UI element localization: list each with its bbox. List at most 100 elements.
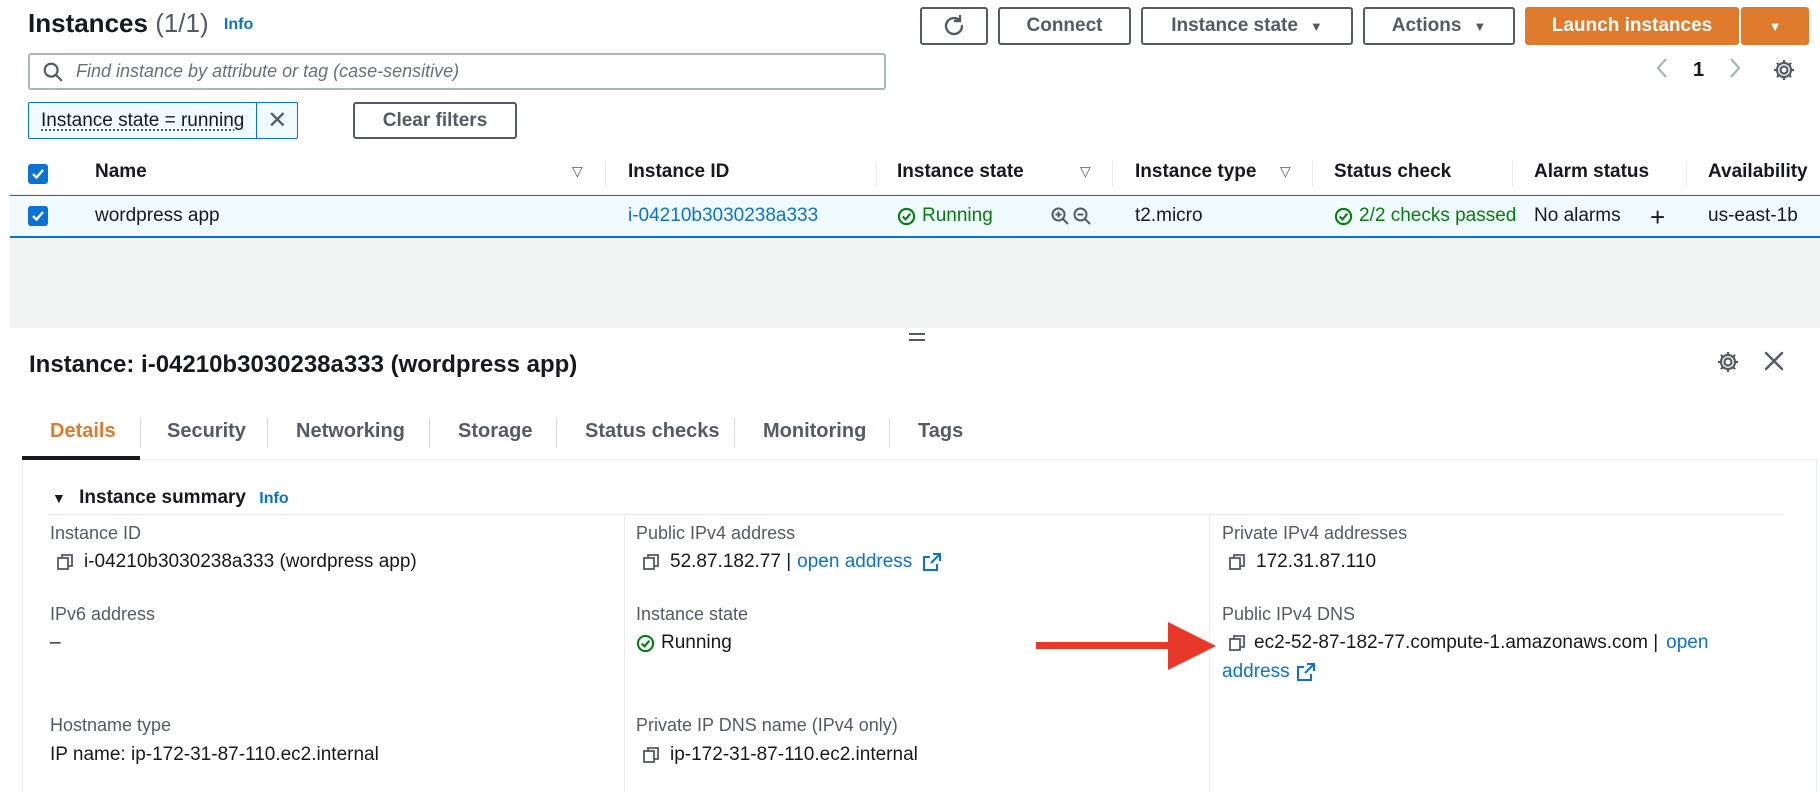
column-divider [624,514,625,792]
col-instance-state[interactable]: Instance state [897,161,1024,183]
column-divider [605,161,606,187]
sort-icon[interactable]: ▽ [1280,163,1291,180]
prev-page-icon[interactable] [1654,56,1670,86]
check-circle-icon [897,207,916,225]
launch-instances-label: Launch instances [1551,15,1713,36]
col-status-check[interactable]: Status check [1334,161,1451,183]
open-dns-link[interactable]: open [1666,632,1708,654]
table-empty-area [10,238,1820,328]
cell-alarm-status: No alarms [1534,205,1621,226]
instance-summary-header[interactable]: ▼ Instance summary Info [52,487,289,509]
copy-icon[interactable] [1228,634,1246,652]
check-circle-icon [636,634,655,652]
actions-dropdown[interactable]: Actions ▼ [1363,7,1515,45]
public-ipv4-label: Public IPv4 address [636,523,796,543]
table-header: Name ▽ Instance ID Instance state ▽ Inst… [10,153,1820,195]
private-dns-text: ip-172-31-87-110.ec2.internal [670,744,918,765]
tab-details[interactable]: Details [50,420,116,443]
col-name[interactable]: Name [95,161,147,183]
external-link-icon[interactable] [922,552,942,572]
copy-icon[interactable] [56,553,74,571]
column-divider [1686,161,1687,187]
caret-down-icon: ▼ [1473,18,1487,34]
cell-status-text: 2/2 checks passed [1359,205,1517,226]
filter-chip[interactable]: Instance state = running ✕ [28,102,299,139]
tab-monitoring[interactable]: Monitoring [763,420,866,443]
sort-icon[interactable]: ▽ [1080,163,1091,180]
tab-storage[interactable]: Storage [458,420,532,443]
caret-down-icon: ▼ [1768,18,1782,34]
filter-chip-label[interactable]: Instance state = running [29,103,258,138]
launch-options-button[interactable]: ▼ [1741,7,1809,45]
zoom-in-icon[interactable] [1050,206,1070,226]
close-icon[interactable] [1763,350,1785,377]
tab-tags[interactable]: Tags [918,420,963,443]
gear-icon[interactable] [1772,58,1796,87]
copy-icon[interactable] [1228,553,1246,571]
private-dns-label: Private IP DNS name (IPv4 only) [636,715,898,735]
info-link[interactable]: Info [224,16,253,33]
copy-icon[interactable] [642,553,660,571]
public-dns-link-wrap: address [1222,661,1316,683]
check-icon [32,169,44,180]
search-bar[interactable] [28,53,886,90]
instance-id-value: i-04210b3030238a333 (wordpress app) [56,551,417,573]
open-address-link[interactable]: open address [797,551,912,573]
tab-security[interactable]: Security [167,420,246,443]
connect-label: Connect [1026,15,1103,36]
cell-name: wordpress app [95,205,220,226]
private-dns-value: ip-172-31-87-110.ec2.internal [642,744,918,766]
copy-icon[interactable] [642,746,660,764]
instance-state-dropdown[interactable]: Instance state ▼ [1141,7,1353,45]
caret-down-icon: ▼ [52,490,66,506]
resize-handle-icon[interactable] [908,330,926,348]
instance-state-label: Instance state [636,604,749,624]
tab-status-checks[interactable]: Status checks [585,420,720,443]
connect-button[interactable]: Connect [998,7,1131,45]
caret-down-icon: ▼ [1309,18,1323,34]
gear-icon[interactable] [1716,350,1740,379]
instance-state-label: Instance state [1171,15,1298,36]
col-alarm-status[interactable]: Alarm status [1534,161,1649,183]
clear-filters-button[interactable]: Clear filters [353,102,517,139]
public-dns-text: ec2-52-87-182-77.compute-1.amazonaws.com… [1254,632,1659,653]
open-dns-link-cont[interactable]: address [1222,661,1290,683]
private-ipv4-label: Private IPv4 addresses [1222,523,1408,543]
next-page-icon[interactable] [1727,56,1743,86]
table-row[interactable]: wordpress app i-04210b3030238a333 Runnin… [10,195,1820,238]
tab-networking[interactable]: Networking [296,420,405,443]
public-dns-label: Public IPv4 DNS [1222,604,1356,624]
launch-instances-button[interactable]: Launch instances [1525,7,1739,45]
zoom-out-icon[interactable] [1072,206,1092,226]
col-availability[interactable]: Availability [1708,161,1808,183]
search-input[interactable] [76,61,836,82]
row-checkbox[interactable] [28,206,48,226]
private-ipv4-text: 172.31.87.110 [1256,551,1377,572]
page-number[interactable]: 1 [1693,59,1704,82]
details-tabs: Details Security Networking Storage Stat… [22,406,1817,460]
sort-icon[interactable]: ▽ [572,163,583,180]
check-icon [32,211,44,222]
tab-divider [734,418,735,448]
cell-instance-id-link[interactable]: i-04210b3030238a333 [628,205,818,227]
column-divider [876,161,877,187]
close-icon[interactable]: ✕ [257,103,297,138]
ipv6-value: – [50,632,61,653]
summary-title: Instance summary [79,487,246,508]
col-instance-id[interactable]: Instance ID [628,161,729,183]
refresh-button[interactable] [920,7,988,45]
tab-divider [140,418,141,448]
cell-instance-type: t2.micro [1135,205,1203,226]
plus-icon[interactable]: + [1650,202,1665,233]
cell-state-text: Running [922,205,993,226]
summary-info-link[interactable]: Info [259,490,288,507]
select-all-checkbox[interactable] [28,164,48,184]
external-link-icon[interactable] [1296,662,1316,682]
annotation-arrow-icon [1036,622,1216,670]
tab-divider [556,418,557,448]
cell-instance-state: Running [897,205,993,227]
public-ipv4-text: 52.87.182.77 | [670,551,792,572]
col-instance-type[interactable]: Instance type [1135,161,1256,183]
divider [48,514,1784,515]
details-title: Instance: i-04210b3030238a333 (wordpress… [29,351,578,378]
